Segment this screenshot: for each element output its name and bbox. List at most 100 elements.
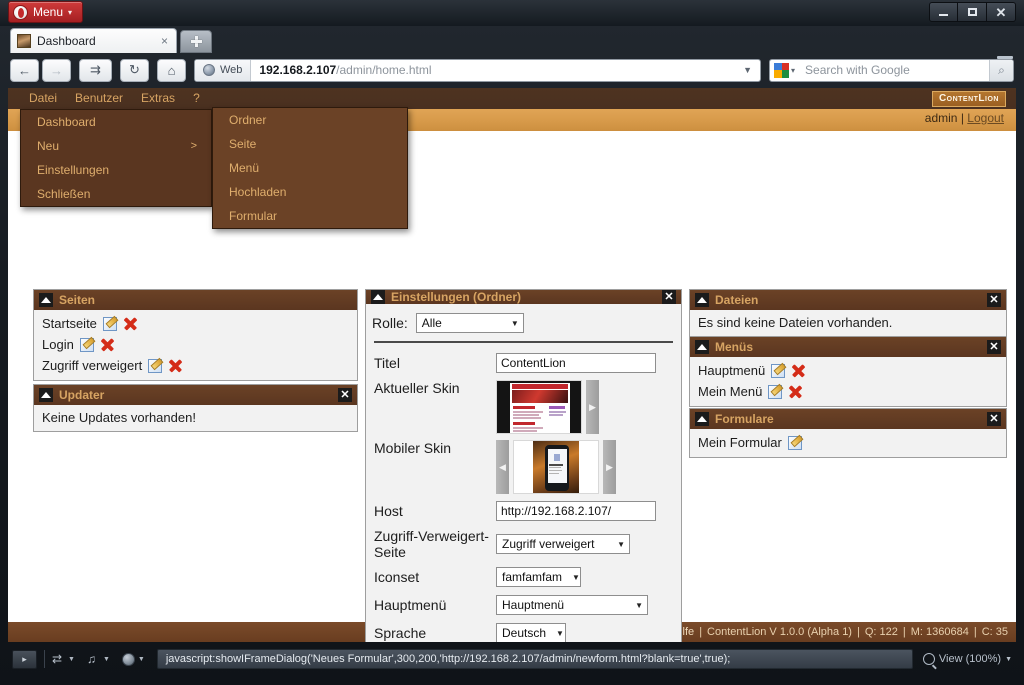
delete-icon[interactable] (101, 338, 114, 351)
delete-icon[interactable] (124, 317, 137, 330)
tab-close-icon[interactable]: × (159, 34, 170, 48)
minimize-button[interactable] (929, 2, 958, 22)
menu-benutzer[interactable]: Benutzer (66, 88, 132, 109)
collapse-icon[interactable] (371, 290, 385, 304)
menu-item-einstellungen[interactable]: Einstellungen (21, 158, 211, 182)
skin-next-button[interactable]: ▶ (603, 440, 616, 494)
menu-item-neu[interactable]: Neu > (21, 134, 211, 158)
edit-icon[interactable] (771, 363, 786, 378)
iconset-value: famfamfam (502, 570, 563, 585)
menu-item-ordner[interactable]: Ordner (213, 108, 407, 132)
tab-dashboard[interactable]: Dashboard × (10, 28, 177, 53)
close-button[interactable]: ✕ (987, 2, 1016, 22)
fast-forward-button[interactable]: ⇉ (79, 58, 112, 82)
panels-toggle-button[interactable]: ▸ (12, 649, 37, 669)
host-input[interactable]: http://192.168.2.107/ (496, 501, 656, 521)
back-button[interactable]: ← (10, 58, 39, 82)
close-icon[interactable]: ✕ (987, 340, 1001, 354)
security-badge-button[interactable]: ▼ (121, 652, 145, 666)
skin-preview-mobile[interactable] (513, 440, 599, 494)
edit-icon[interactable] (79, 337, 94, 352)
menu-help[interactable]: ? (184, 88, 209, 109)
close-icon[interactable]: ✕ (338, 388, 352, 402)
edit-icon[interactable] (768, 384, 783, 399)
skin-preview-desktop[interactable] (496, 380, 582, 434)
menu-extras[interactable]: Extras (132, 88, 184, 109)
menu-item-label: Menü (229, 161, 260, 175)
logout-link[interactable]: Logout (967, 111, 1004, 125)
title-bar: Menu ▾ ✕ (0, 0, 1024, 26)
edit-icon[interactable] (102, 316, 117, 331)
edit-icon[interactable] (148, 358, 163, 373)
app-header: Datei Benutzer Extras ? ContentLion (8, 88, 1016, 109)
menu-item-hochladen[interactable]: Hochladen (213, 180, 407, 204)
close-icon[interactable]: ✕ (987, 412, 1001, 426)
address-dropdown-icon[interactable]: ▼ (735, 65, 760, 75)
collapse-icon[interactable] (39, 293, 53, 307)
menu-item-formular[interactable]: Formular (213, 204, 407, 228)
menu-item-menu[interactable]: Menü (213, 156, 407, 180)
panel-title: Dateien (715, 293, 759, 307)
list-item[interactable]: Zugriff verweigert (34, 355, 357, 376)
dateien-message: Es sind keine Dateien vorhanden. (698, 315, 893, 330)
page-identity-badge[interactable]: Web (195, 59, 252, 81)
panel-updater: Updater ✕ Keine Updates vorhanden! (33, 384, 358, 432)
menu-item-seite[interactable]: Seite (213, 132, 407, 156)
zoom-icon (922, 653, 935, 665)
forward-button[interactable]: → (42, 58, 71, 82)
address-bar[interactable]: Web 192.168.2.107/admin/home.html ▼ (194, 58, 761, 82)
list-item[interactable]: Mein Menü (690, 381, 1006, 402)
menu-datei[interactable]: Datei (20, 88, 66, 109)
maximize-button[interactable] (958, 2, 987, 22)
opera-menu-button[interactable]: Menu ▾ (8, 1, 84, 23)
list-item[interactable]: Mein Formular (690, 432, 1006, 453)
deny-page-select[interactable]: Zugriff verweigert ▼ (496, 534, 630, 555)
skin-next-button[interactable]: ▶ (586, 380, 599, 434)
menu-item-label: Einstellungen (37, 163, 110, 177)
edit-icon[interactable] (787, 435, 802, 450)
search-input[interactable]: Search with Google (799, 63, 989, 77)
close-icon[interactable]: ✕ (987, 293, 1001, 307)
submenu-arrow-icon: > (190, 140, 197, 152)
menu-item-dashboard[interactable]: Dashboard (21, 110, 211, 134)
titel-input[interactable]: ContentLion (496, 353, 656, 373)
collapse-icon[interactable] (39, 388, 53, 402)
search-bar[interactable]: ▾ Search with Google ⌕ (769, 58, 1014, 82)
list-item-label: Mein Menü (698, 384, 763, 399)
hauptmenu-select[interactable]: Hauptmenü ▼ (496, 595, 648, 616)
opera-unite-button[interactable]: ♫ ▼ (87, 653, 110, 666)
opera-link-sync-button[interactable]: ⇄ ▼ (52, 653, 75, 666)
chevron-down-icon[interactable]: ▾ (791, 66, 799, 75)
panel-formulare: Formulare ✕ Mein Formular (689, 408, 1007, 458)
delete-icon[interactable] (792, 364, 805, 377)
home-button[interactable]: ⌂ (157, 58, 186, 82)
footer-sep: | (902, 626, 906, 638)
sprache-select[interactable]: Deutsch ▼ (496, 623, 566, 642)
address-input[interactable]: 192.168.2.107/admin/home.html (251, 63, 735, 77)
divider (44, 650, 45, 668)
collapse-icon[interactable] (695, 412, 709, 426)
arrow-right-icon: → (50, 62, 63, 78)
menu-item-schliessen[interactable]: Schließen (21, 182, 211, 206)
search-icon[interactable]: ⌕ (989, 59, 1013, 81)
iconset-select[interactable]: famfamfam ▼ (496, 567, 581, 588)
list-item[interactable]: Hauptmenü (690, 360, 1006, 381)
list-item[interactable]: Login (34, 334, 357, 355)
panel-updater-body: Keine Updates vorhanden! (34, 405, 357, 431)
new-tab-button[interactable] (180, 30, 212, 53)
panel-title: Formulare (715, 412, 774, 426)
fast-forward-icon: ⇉ (90, 62, 101, 77)
role-select[interactable]: Alle ▼ (415, 313, 524, 333)
reload-button[interactable]: ↻ (120, 58, 149, 82)
delete-icon[interactable] (169, 359, 182, 372)
panel-title: Seiten (59, 293, 96, 307)
collapse-icon[interactable] (695, 293, 709, 307)
address-host: 192.168.2.107 (259, 63, 337, 77)
collapse-icon[interactable] (695, 340, 709, 354)
delete-icon[interactable] (789, 385, 802, 398)
close-icon[interactable]: ✕ (662, 290, 676, 304)
list-item[interactable]: Startseite (34, 313, 357, 334)
panel-formulare-header: Formulare ✕ (690, 409, 1006, 429)
zoom-control[interactable]: View (100%) ▼ (922, 653, 1012, 665)
skin-prev-button[interactable]: ◀ (496, 440, 509, 494)
